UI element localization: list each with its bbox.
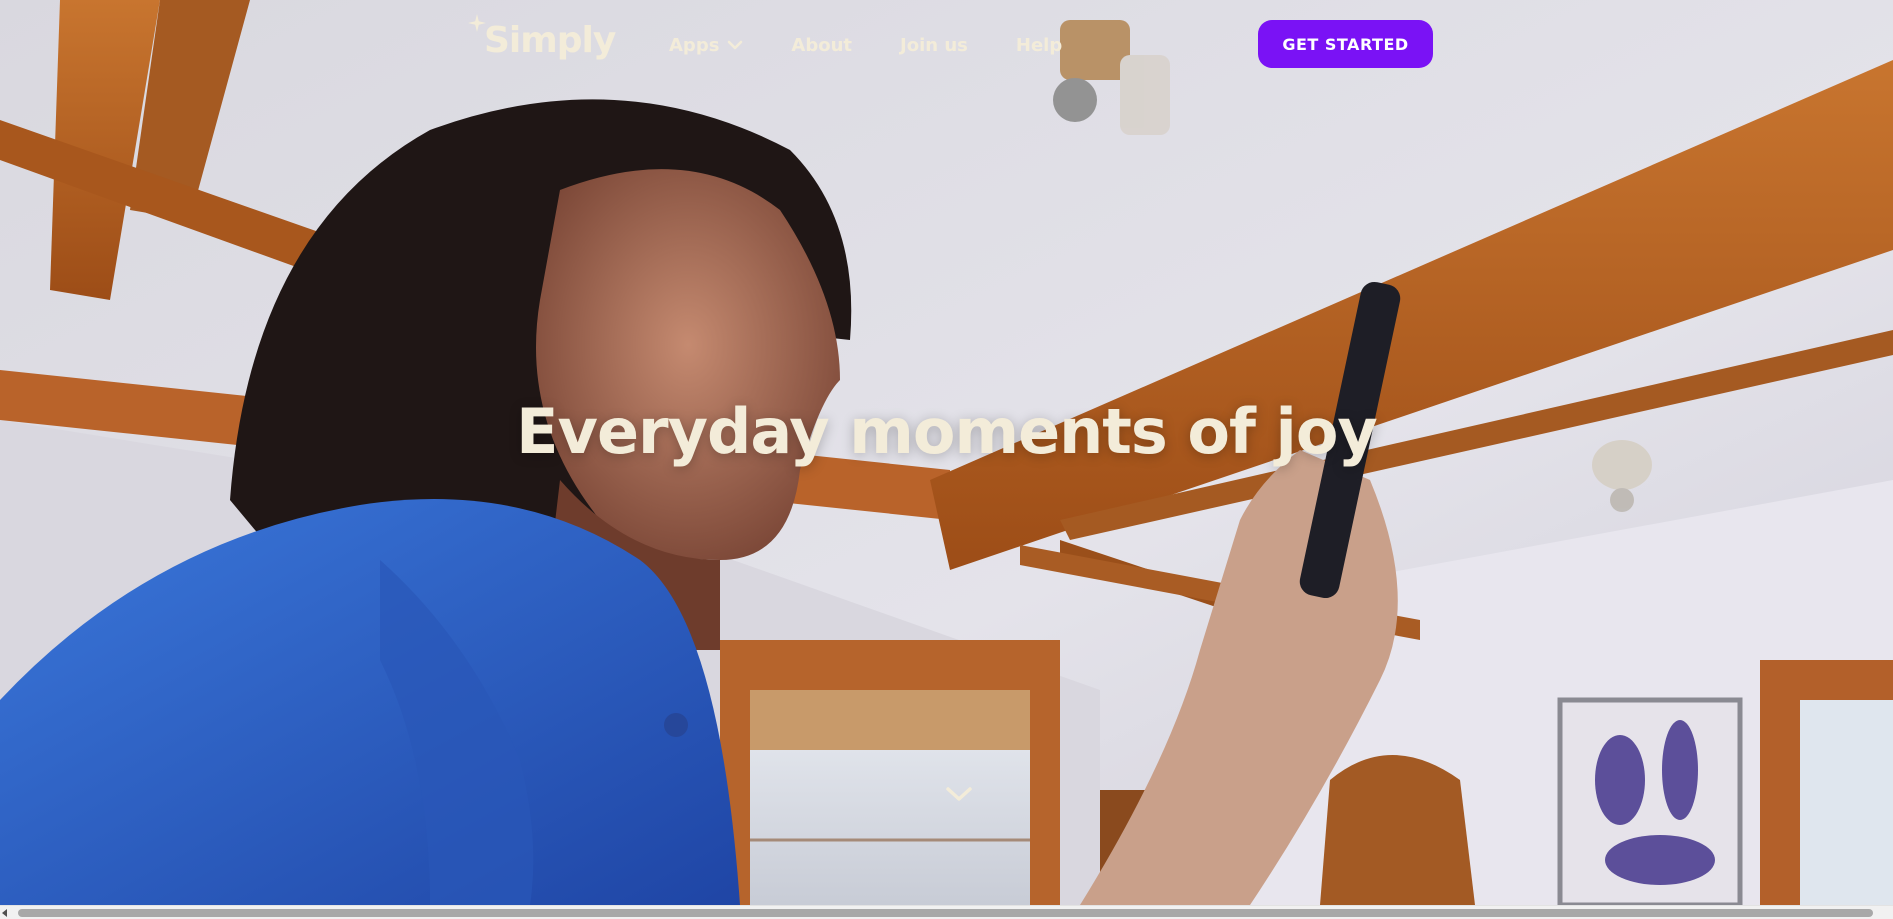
brand-name: Simply — [484, 20, 616, 61]
get-started-button[interactable]: GET STARTED — [1258, 20, 1433, 68]
sparkle-icon — [468, 14, 486, 32]
nav-item-about[interactable]: About — [791, 30, 852, 60]
nav-item-help[interactable]: Help — [1016, 30, 1062, 60]
nav-item-join-us[interactable]: Join us — [900, 30, 968, 60]
brand-logo[interactable]: Simply — [468, 14, 616, 70]
horizontal-scrollbar[interactable] — [0, 905, 1893, 919]
hero-headline: Everyday moments of joy — [516, 395, 1378, 468]
scroll-down-chevron-icon[interactable] — [944, 783, 974, 805]
chevron-down-icon — [728, 40, 743, 50]
nav-links: Apps About Join us Help — [669, 30, 1062, 60]
nav-item-apps[interactable]: Apps — [669, 30, 743, 60]
hero-section: Simply Apps About Join us Help GET START… — [0, 0, 1893, 905]
top-navigation: Simply Apps About Join us Help GET START… — [0, 0, 1893, 90]
nav-item-label: Apps — [669, 34, 720, 56]
scroll-left-arrow-icon[interactable] — [2, 909, 7, 917]
scrollbar-thumb[interactable] — [18, 909, 1873, 917]
